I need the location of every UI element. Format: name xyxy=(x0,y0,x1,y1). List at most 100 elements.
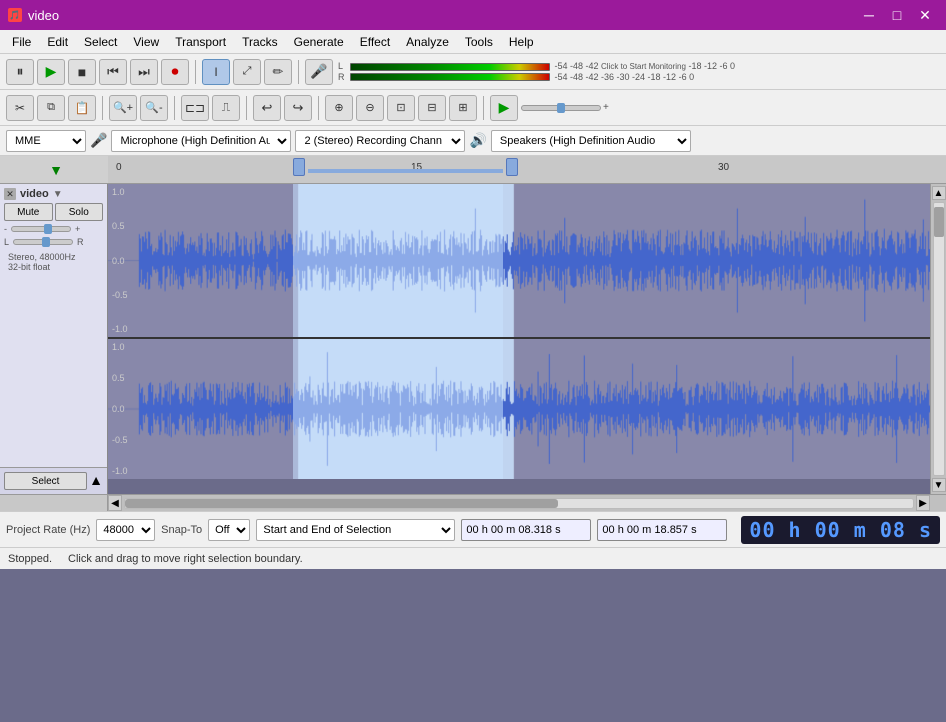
paste-button[interactable]: 📋 xyxy=(68,95,96,121)
waveform-area[interactable]: 1.0 0.5 0.0 -0.5 -1.0 1.0 0.5 0.0 -0.5 -… xyxy=(108,184,930,494)
play-at-speed-button[interactable]: ▶ xyxy=(490,95,518,121)
selection-end-input[interactable] xyxy=(597,519,727,541)
menu-edit[interactable]: Edit xyxy=(39,33,76,51)
track-collapse-arrow[interactable]: ▲ xyxy=(89,472,103,490)
timeline-scale[interactable]: 0 15 30 xyxy=(108,156,946,183)
scroll-left-pad xyxy=(0,495,108,511)
pause-button[interactable]: ⏸ xyxy=(6,59,34,85)
timeline-marker-30: 30 xyxy=(718,162,729,173)
zoom-fit-button[interactable]: 🔍+ xyxy=(109,95,137,121)
sep4 xyxy=(174,96,175,120)
skip-start-button[interactable]: ⏮ xyxy=(99,59,127,85)
silence-button[interactable]: ⎍ xyxy=(212,95,240,121)
sep5 xyxy=(246,96,247,120)
vertical-scrollbar[interactable]: ▲ ▼ xyxy=(930,184,946,494)
mic-icon: 🎤 xyxy=(90,132,107,149)
v-scroll-thumb[interactable] xyxy=(934,207,944,237)
project-rate-select[interactable]: 48000 xyxy=(96,519,155,541)
h-scroll-right[interactable]: ▶ xyxy=(916,495,930,511)
menu-analyze[interactable]: Analyze xyxy=(398,33,457,51)
stopped-label: Stopped. xyxy=(8,553,52,565)
play-button[interactable]: ▶ xyxy=(37,59,65,85)
timeline-bg: 0 15 30 xyxy=(108,156,946,183)
channel-top: 1.0 0.5 0.0 -0.5 -1.0 xyxy=(108,184,930,339)
trim-button[interactable]: ⊏⊐ xyxy=(181,95,209,121)
menu-view[interactable]: View xyxy=(125,33,167,51)
zoom-out-button[interactable]: 🔍- xyxy=(140,95,168,121)
copy-button[interactable]: ⧉ xyxy=(37,95,65,121)
record-button[interactable]: ⏺ xyxy=(161,59,189,85)
gain-slider[interactable] xyxy=(11,226,71,232)
menu-transport[interactable]: Transport xyxy=(167,33,234,51)
h-scroll-track[interactable] xyxy=(124,498,914,509)
speaker-select[interactable]: Speakers (High Definition Audio xyxy=(491,130,691,152)
empty-area xyxy=(108,479,930,494)
maximize-button[interactable]: □ xyxy=(884,4,910,26)
timeline-ruler[interactable]: ▼ 0 15 30 xyxy=(0,156,946,184)
menu-bar: File Edit Select View Transport Tracks G… xyxy=(0,30,946,54)
selection-tool-button[interactable]: I xyxy=(202,59,230,85)
microphone-select[interactable]: Microphone (High Definition Aud xyxy=(111,130,291,152)
envelope-tool-button[interactable]: ⤢ xyxy=(233,59,261,85)
track-close-button[interactable]: ✕ xyxy=(4,188,16,200)
zoom-out2-button[interactable]: ⊖ xyxy=(356,95,384,121)
sep6 xyxy=(318,96,319,120)
waveform-canvas-bottom xyxy=(108,339,930,479)
undo-button[interactable]: ↩ xyxy=(253,95,281,121)
vu-scale: -54 -48 -42 Click to Start Monitoring -1… xyxy=(555,61,735,82)
mic-button[interactable]: 🎤 xyxy=(305,59,333,85)
solo-button[interactable]: Solo xyxy=(55,203,104,221)
redo-button[interactable]: ↪ xyxy=(284,95,312,121)
selection-start-input[interactable] xyxy=(461,519,591,541)
zoom-sel-button[interactable]: ⊟ xyxy=(418,95,446,121)
stop-button[interactable]: ■ xyxy=(68,59,96,85)
minimize-button[interactable]: ─ xyxy=(856,4,882,26)
pan-thumb[interactable] xyxy=(42,237,50,247)
channels-select[interactable]: 2 (Stereo) Recording Chann xyxy=(295,130,465,152)
sep7 xyxy=(483,96,484,120)
track-select-button[interactable]: Select xyxy=(4,472,87,490)
speaker-icon: 🔊 xyxy=(469,132,486,149)
v-scroll-track[interactable] xyxy=(933,202,945,476)
selection-start-handle[interactable] xyxy=(293,158,305,176)
cut-button[interactable]: ✂ xyxy=(6,95,34,121)
scroll-down-button[interactable]: ▼ xyxy=(932,478,946,492)
sep1 xyxy=(195,60,196,84)
track-dropdown-arrow[interactable]: ▼ xyxy=(53,189,63,200)
audio-host-select[interactable]: MME xyxy=(6,130,86,152)
menu-select[interactable]: Select xyxy=(76,33,125,51)
toolbar-edit: ✂ ⧉ 📋 🔍+ 🔍- ⊏⊐ ⎍ ↩ ↪ ⊕ ⊖ ⊡ ⊟ ⊞ ▶ + xyxy=(0,90,946,126)
app-icon: 🎵 xyxy=(8,8,22,22)
pan-slider[interactable] xyxy=(13,239,73,245)
title-bar: 🎵 video ─ □ ✕ xyxy=(0,0,946,30)
menu-generate[interactable]: Generate xyxy=(286,33,352,51)
skip-end-button[interactable]: ⏭ xyxy=(130,59,158,85)
zoom-reset-button[interactable]: ⊞ xyxy=(449,95,477,121)
menu-tools[interactable]: Tools xyxy=(457,33,501,51)
mute-button[interactable]: Mute xyxy=(4,203,53,221)
track-header-video: ✕ video ▼ Mute Solo - + L xyxy=(0,184,107,468)
snap-to-label: Snap-To xyxy=(161,524,202,536)
vu-meter-input xyxy=(350,63,550,81)
zoom-fit2-button[interactable]: ⊡ xyxy=(387,95,415,121)
snap-to-select[interactable]: Off xyxy=(208,519,250,541)
h-scroll-left[interactable]: ◀ xyxy=(108,495,122,511)
selection-type-select[interactable]: Start and End of Selection xyxy=(256,519,455,541)
draw-tool-button[interactable]: ✏ xyxy=(264,59,292,85)
gain-thumb[interactable] xyxy=(44,224,52,234)
track-info: Stereo, 48000Hz 32-bit float xyxy=(4,250,103,274)
menu-file[interactable]: File xyxy=(4,33,39,51)
h-scroll-thumb[interactable] xyxy=(125,499,558,508)
track-select-row: Select ▲ xyxy=(0,468,107,494)
menu-help[interactable]: Help xyxy=(501,33,542,51)
selection-end-handle[interactable] xyxy=(506,158,518,176)
close-button[interactable]: ✕ xyxy=(912,4,938,26)
scroll-up-button[interactable]: ▲ xyxy=(932,186,946,200)
selection-bar[interactable] xyxy=(308,169,503,173)
zoom-in-button[interactable]: ⊕ xyxy=(325,95,353,121)
menu-effect[interactable]: Effect xyxy=(352,33,398,51)
timeline-left-pad: ▼ xyxy=(0,156,108,183)
device-row: MME 🎤 Microphone (High Definition Aud 2 … xyxy=(0,126,946,156)
playback-speed-slider: + xyxy=(521,102,609,113)
menu-tracks[interactable]: Tracks xyxy=(234,33,286,51)
